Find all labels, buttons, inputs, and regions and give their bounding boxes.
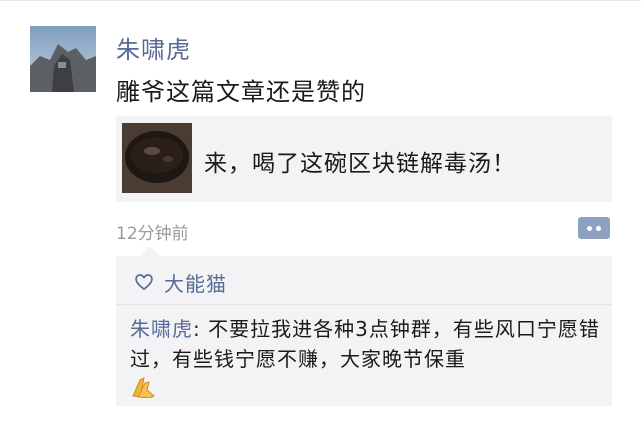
comment-box-notch — [140, 246, 160, 256]
post-timestamp: 12分钟前 — [116, 224, 189, 244]
liker-name[interactable]: 大能猫 — [164, 268, 227, 297]
commenter-name[interactable]: 朱啸虎 — [130, 317, 193, 341]
top-divider — [0, 0, 641, 1]
comment-more-icon[interactable] — [578, 217, 610, 239]
shared-link-card[interactable]: 来，喝了这碗区块链解毒汤！ — [116, 116, 612, 202]
shared-link-thumbnail — [122, 123, 192, 193]
likes-and-comments-panel: 大能猫 朱啸虎: 不要拉我进各种3点钟群，有些风口宁愿错过，有些钱宁愿不赚，大家… — [116, 256, 612, 406]
shared-link-title: 来，喝了这碗区块链解毒汤！ — [204, 151, 516, 177]
post-author-name[interactable]: 朱啸虎 — [116, 30, 191, 65]
avatar-image — [30, 26, 96, 92]
heart-outline-icon — [135, 274, 153, 291]
comment-separator: : — [193, 317, 209, 341]
likes-row: 大能猫 — [134, 268, 227, 296]
more-dot — [587, 226, 592, 231]
more-dot — [596, 226, 601, 231]
comment-item[interactable]: 朱啸虎: 不要拉我进各种3点钟群，有些风口宁愿错过，有些钱宁愿不赚，大家晚节保重 — [130, 314, 606, 374]
likes-comments-divider — [116, 304, 612, 305]
post-text: 雕爷这篇文章还是赞的 — [116, 78, 366, 106]
author-avatar[interactable] — [30, 26, 96, 92]
clasped-hands-emoji — [132, 377, 155, 398]
